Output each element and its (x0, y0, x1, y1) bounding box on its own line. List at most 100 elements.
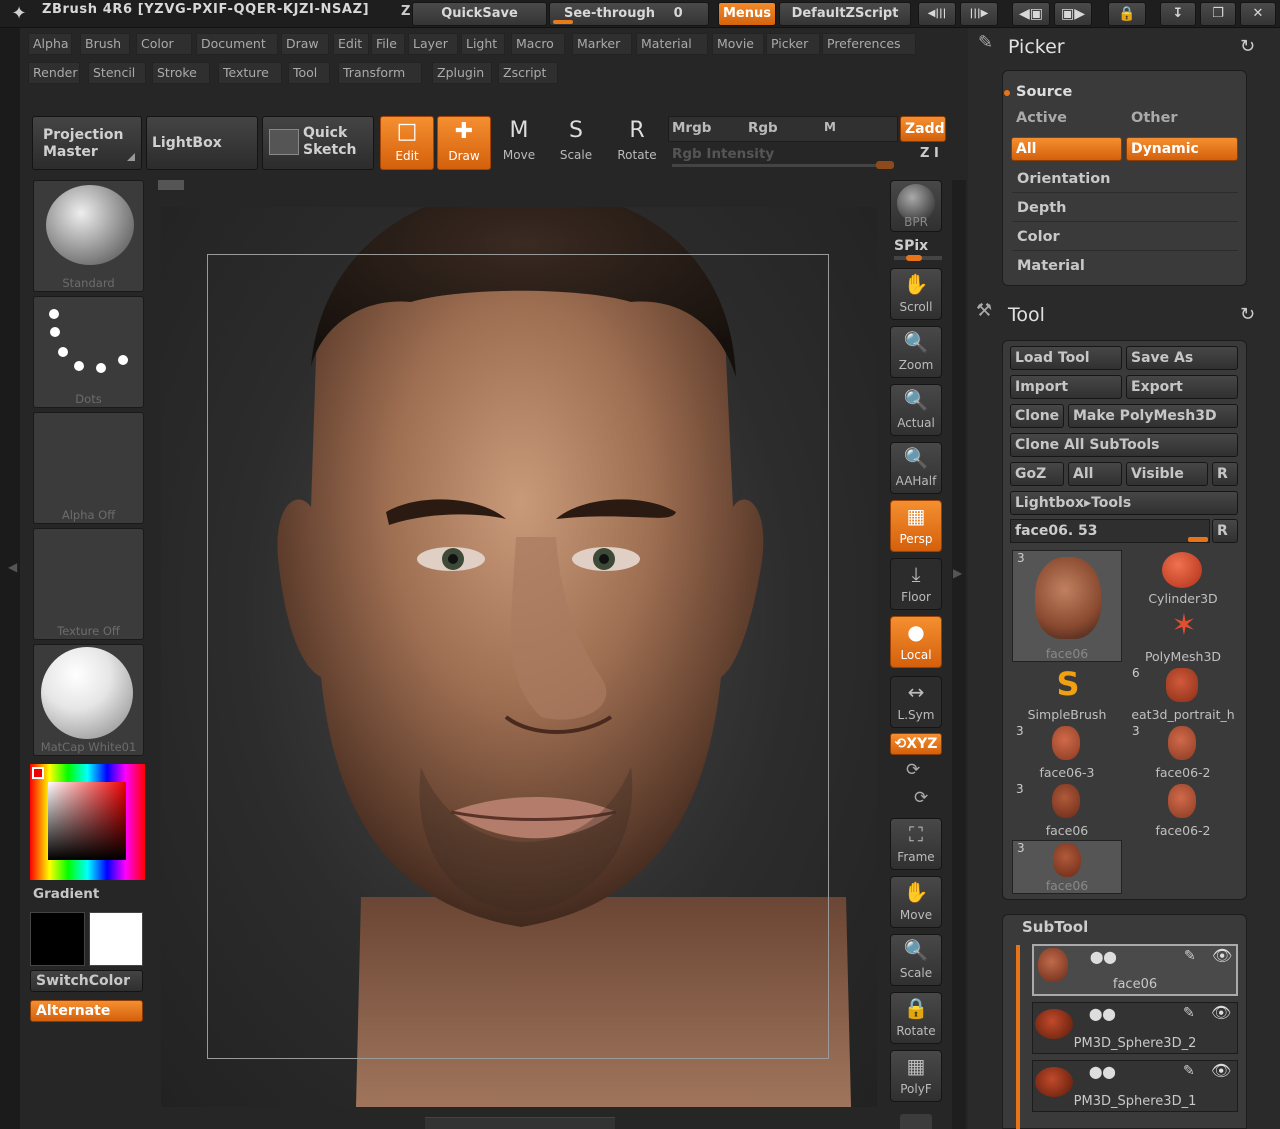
quicksave-button[interactable]: QuickSave (412, 2, 547, 26)
frame-button[interactable]: ⛶ Frame (890, 818, 942, 870)
subtool-scrollbar[interactable] (1016, 945, 1020, 1129)
canvas-bottom-scroll[interactable] (425, 1117, 615, 1129)
projection-master-button[interactable]: Projection Master (32, 116, 142, 170)
save-as-button[interactable]: Save As (1126, 346, 1238, 370)
switchcolor-button[interactable]: SwitchColor (30, 970, 143, 992)
subtool-brush-icon[interactable]: ✎ (1183, 1063, 1195, 1079)
menu-macro[interactable]: Macro (511, 33, 565, 55)
tool-thumb-face06-2b[interactable]: face06-2 (1128, 782, 1238, 838)
goz-visible-button[interactable]: Visible (1126, 462, 1208, 486)
lsym-button[interactable]: ↔ L.Sym (890, 676, 942, 728)
menu-zplugin[interactable]: Zplugin (432, 62, 492, 84)
tool-thumb-polymesh3d[interactable]: ✶ PolyMesh3D (1128, 608, 1238, 664)
scale-mode-button[interactable]: S Scale (549, 116, 603, 170)
close-icon[interactable]: ✕ (1240, 2, 1276, 26)
m-button[interactable]: M (824, 120, 836, 134)
menu-alpha[interactable]: Alpha (28, 33, 72, 55)
spix-handle[interactable] (906, 255, 922, 261)
tool-title[interactable]: Tool (1008, 304, 1045, 326)
subtool-title[interactable]: SubTool (1022, 918, 1088, 936)
picker-reset-icon[interactable]: ↻ (1240, 36, 1255, 57)
subtool-brush-icon[interactable]: ✎ (1183, 1005, 1195, 1021)
menu-tool[interactable]: Tool (288, 62, 330, 84)
current-tool-slider[interactable]: face06. 53 (1010, 519, 1210, 543)
all-button[interactable]: All (1011, 137, 1122, 161)
lock-icon[interactable]: 🔒 (1108, 2, 1146, 26)
rotate-mode-button[interactable]: R Rotate (610, 116, 664, 170)
menu-file[interactable]: File (371, 33, 405, 55)
menu-texture[interactable]: Texture (218, 62, 282, 84)
menu-movie[interactable]: Movie (712, 33, 764, 55)
scroll-button[interactable]: ✋ Scroll (890, 268, 942, 320)
restore-icon[interactable]: ❐ (1200, 2, 1236, 26)
subtool-eye-icon[interactable]: 👁 (1211, 1061, 1231, 1080)
menu-edit[interactable]: Edit (333, 33, 369, 55)
move-mode-button[interactable]: M Move (492, 116, 546, 170)
right-tray-arrow-icon[interactable]: ▶ (953, 566, 962, 580)
subtool-toggle-icon[interactable]: ⬤⬤ (1089, 1065, 1116, 1079)
menu-draw[interactable]: Draw (281, 33, 329, 55)
spix-slider[interactable]: SPix (894, 238, 928, 254)
menu-transform[interactable]: Transform (338, 62, 422, 84)
mrgb-button[interactable]: Mrgb (672, 120, 711, 136)
draw-mode-button[interactable]: ✚ Draw (437, 116, 491, 170)
gradient-label[interactable]: Gradient (33, 886, 99, 902)
layout-prev-icon[interactable]: ◀▣ (1012, 2, 1050, 26)
color-option[interactable]: Color (1012, 224, 1238, 251)
brush-selector[interactable]: Standard (33, 180, 144, 292)
menus-button[interactable]: Menus (718, 2, 776, 26)
rgb-button[interactable]: Rgb (748, 120, 778, 136)
expand-ui-icon[interactable]: |||▶ (960, 2, 998, 26)
floor-button[interactable]: ⤓ Floor (890, 558, 942, 610)
menu-marker[interactable]: Marker (572, 33, 632, 55)
alternate-button[interactable]: Alternate (30, 1000, 143, 1022)
clone-button[interactable]: Clone (1010, 404, 1064, 428)
tool-thumb-face06-c[interactable]: 3 face06 (1012, 840, 1122, 894)
orientation-option[interactable]: Orientation (1012, 166, 1238, 193)
polyf-button[interactable]: ▦ PolyF (890, 1050, 942, 1102)
tool-thumb-face06-b[interactable]: 3 face06 (1012, 782, 1122, 838)
current-tool-slider-handle[interactable] (1188, 537, 1208, 542)
menu-light[interactable]: Light (461, 33, 505, 55)
main-color-swatch[interactable] (32, 767, 44, 779)
menu-stroke[interactable]: Stroke (152, 62, 210, 84)
subtool-toggle-icon[interactable]: ⬤⬤ (1090, 950, 1117, 964)
goz-button[interactable]: GoZ (1010, 462, 1064, 486)
make-polymesh-button[interactable]: Make PolyMesh3D (1068, 404, 1238, 428)
menu-material[interactable]: Material (636, 33, 708, 55)
subtool-item-face06[interactable]: ⬤⬤ ✎ 👁 face06 (1032, 944, 1238, 996)
menu-picker[interactable]: Picker (766, 33, 820, 55)
subtool-item-sphere1[interactable]: ⬤⬤ ✎ 👁 PM3D_Sphere3D_1 (1032, 1060, 1238, 1112)
rgb-intensity-slider[interactable]: Rgb Intensity (672, 146, 774, 162)
menu-layer[interactable]: Layer (408, 33, 458, 55)
stroke-selector[interactable]: Dots (33, 296, 144, 408)
rotate-z-icon[interactable]: ⟳ (914, 788, 928, 808)
goz-all-button[interactable]: All (1068, 462, 1122, 486)
bpr-button[interactable]: BPR (890, 180, 942, 232)
zoom-button[interactable]: 🔍 Zoom (890, 326, 942, 378)
menu-render[interactable]: Render (28, 62, 80, 84)
zadd-button[interactable]: Zadd (900, 116, 946, 142)
menu-preferences[interactable]: Preferences (822, 33, 916, 55)
subtool-brush-icon[interactable]: ✎ (1184, 948, 1196, 964)
seethrough-slider[interactable]: See-through 0 (549, 2, 709, 26)
load-tool-button[interactable]: Load Tool (1010, 346, 1122, 370)
material-option[interactable]: Material (1012, 253, 1238, 280)
canvas-tab-handle[interactable] (158, 180, 184, 190)
local-button[interactable]: ● Local (890, 616, 942, 668)
subtool-eye-icon[interactable]: 👁 (1211, 1003, 1231, 1022)
alpha-selector[interactable]: Alpha Off (33, 412, 144, 524)
xyz-button[interactable]: ⟲XYZ (890, 733, 942, 755)
z-intensity-slider[interactable]: Z I (920, 146, 939, 161)
picker-title[interactable]: Picker (1008, 36, 1065, 58)
goz-r-button[interactable]: R (1212, 462, 1238, 486)
subtool-eye-icon[interactable]: 👁 (1212, 946, 1232, 965)
tool-thumb-face06-2[interactable]: 3 face06-2 (1128, 724, 1238, 780)
current-tool-r-button[interactable]: R (1212, 519, 1238, 543)
persp-button[interactable]: ▦ Persp (890, 500, 942, 552)
menu-brush[interactable]: Brush (80, 33, 130, 55)
material-selector[interactable]: MatCap White01 (33, 644, 144, 756)
rotate-y-icon[interactable]: ⟳ (906, 760, 920, 780)
rotate-view-button[interactable]: 🔒 Rotate (890, 992, 942, 1044)
tool-thumb-cylinder3d[interactable]: Cylinder3D (1128, 550, 1238, 606)
